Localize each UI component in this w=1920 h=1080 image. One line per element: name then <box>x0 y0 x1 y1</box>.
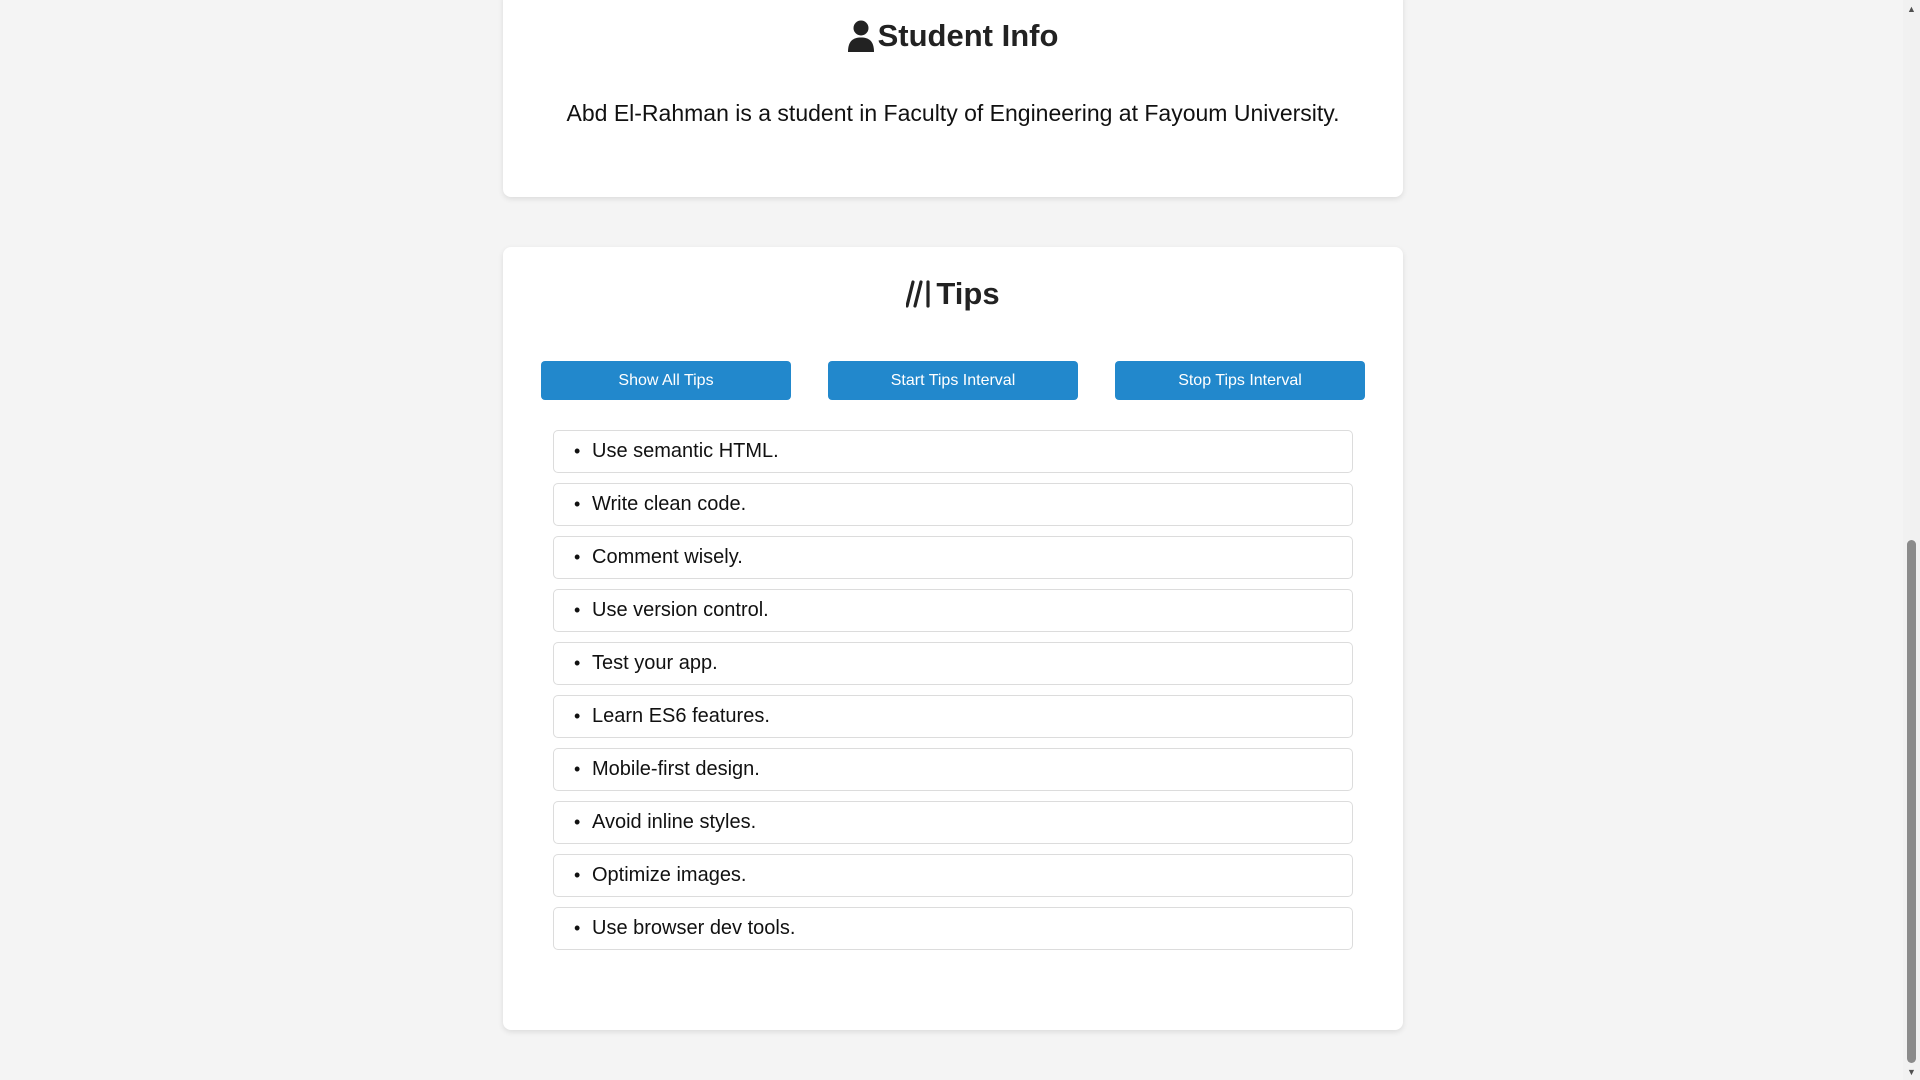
bullet-icon: • <box>574 600 581 620</box>
student-info-heading: Student Info <box>503 16 1403 56</box>
tip-item: • Use semantic HTML. <box>553 430 1353 473</box>
tip-item: • Write clean code. <box>553 483 1353 526</box>
bullet-icon: • <box>574 706 581 726</box>
bullet-icon: • <box>574 918 581 938</box>
tip-text: Use version control. <box>592 599 769 621</box>
vertical-scrollbar[interactable]: ▲ ▼ <box>1903 0 1920 1080</box>
student-description: Abd El-Rahman is a student in Faculty of… <box>566 100 1340 126</box>
tip-text: Test your app. <box>592 652 718 674</box>
bullet-icon: • <box>574 494 581 514</box>
bullet-icon: • <box>574 653 581 673</box>
show-all-tips-button[interactable]: Show All Tips <box>541 361 791 400</box>
tip-item: • Use version control. <box>553 589 1353 632</box>
tip-text: Use semantic HTML. <box>592 440 779 462</box>
bullet-icon: • <box>574 441 581 461</box>
tip-item: • Test your app. <box>553 642 1353 685</box>
user-icon <box>847 20 874 52</box>
tip-item: • Optimize images. <box>553 854 1353 897</box>
tip-item: • Learn ES6 features. <box>553 695 1353 738</box>
bullet-icon: • <box>574 812 581 832</box>
scrollbar-thumb[interactable] <box>1907 540 1916 1063</box>
tip-item: • Comment wisely. <box>553 536 1353 579</box>
tips-card: Tips Show All Tips Start Tips Interval S… <box>503 247 1403 1030</box>
page: Student Info Abd El-Rahman is a student … <box>0 0 1920 1080</box>
scroll-up-arrow-icon[interactable]: ▲ <box>1903 0 1920 17</box>
tips-icon <box>906 279 932 309</box>
tip-text: Mobile-first design. <box>592 758 760 780</box>
stop-tips-interval-button[interactable]: Stop Tips Interval <box>1115 361 1365 400</box>
tips-controls: Show All Tips Start Tips Interval Stop T… <box>541 361 1365 400</box>
tip-text: Use browser dev tools. <box>592 917 796 939</box>
tip-item: • Avoid inline styles. <box>553 801 1353 844</box>
tips-title: Tips <box>936 276 1000 311</box>
tip-text: Learn ES6 features. <box>592 705 770 727</box>
tips-list: • Use semantic HTML. • Write clean code. •… <box>553 430 1353 960</box>
tip-text: Comment wisely. <box>592 546 743 568</box>
student-info-card: Student Info Abd El-Rahman is a student … <box>503 0 1403 197</box>
tip-text: Write clean code. <box>592 493 747 515</box>
tip-text: Avoid inline styles. <box>592 811 757 833</box>
bullet-icon: • <box>574 865 581 885</box>
tip-item: • Mobile-first design. <box>553 748 1353 791</box>
tip-text: Optimize images. <box>592 864 747 886</box>
tip-item: • Use browser dev tools. <box>553 907 1353 950</box>
scroll-down-arrow-icon[interactable]: ▼ <box>1903 1063 1920 1080</box>
student-info-title: Student Info <box>877 18 1059 53</box>
bullet-icon: • <box>574 547 581 567</box>
start-tips-interval-button[interactable]: Start Tips Interval <box>828 361 1078 400</box>
tips-heading: Tips <box>503 274 1403 314</box>
bullet-icon: • <box>574 759 581 779</box>
